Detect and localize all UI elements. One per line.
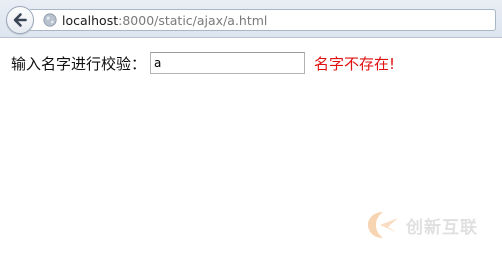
globe-icon bbox=[43, 13, 57, 27]
browser-toolbar: localhost:8000/static/ajax/a.html bbox=[0, 0, 502, 38]
watermark: 创新互联 bbox=[366, 210, 478, 240]
back-arrow-icon bbox=[13, 13, 27, 27]
watermark-text: 创新互联 bbox=[406, 217, 478, 238]
url-text[interactable]: localhost:8000/static/ajax/a.html bbox=[62, 13, 267, 28]
validation-form: 输入名字进行校验： 名字不存在! bbox=[11, 51, 395, 75]
back-button[interactable] bbox=[6, 6, 34, 34]
address-bar[interactable]: localhost:8000/static/ajax/a.html bbox=[30, 9, 496, 31]
url-host: localhost bbox=[62, 13, 119, 28]
url-path: :8000/static/ajax/a.html bbox=[118, 13, 268, 28]
validation-message: 名字不存在! bbox=[314, 54, 396, 73]
name-input[interactable] bbox=[150, 52, 306, 74]
name-label: 输入名字进行校验： bbox=[11, 54, 147, 73]
watermark-logo-icon bbox=[368, 212, 398, 238]
